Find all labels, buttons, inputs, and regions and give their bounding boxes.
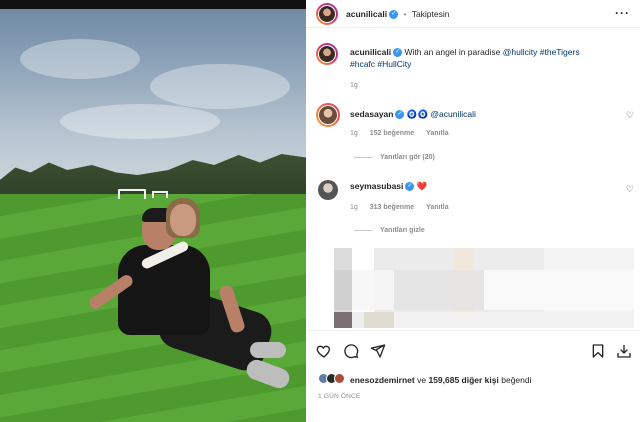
caption: acunilicali ✓ With an angel in paradise @… (350, 46, 630, 70)
comment-username[interactable]: sedasayan (350, 109, 393, 119)
sky (0, 9, 306, 179)
likes-suffix: beğendi (501, 375, 532, 385)
comment-row-2: seymasubasi ✓ ❤️ (350, 181, 427, 192)
caption-tags-2[interactable]: #hcafc #HullCity (350, 59, 411, 69)
comment-username[interactable]: seymasubasi (350, 181, 403, 191)
comment-likes[interactable]: 152 beğenme (370, 130, 414, 137)
comment-like-heart-icon[interactable]: ♡ (626, 184, 634, 195)
likes-summary: enesozdemirnet ve 159,685 diğer kişi beğ… (350, 375, 532, 385)
comment-time: 1g (350, 130, 358, 137)
send-icon[interactable] (370, 343, 386, 359)
comment-like-heart-icon[interactable]: ♡ (626, 110, 634, 121)
caption-username[interactable]: acunilicali (350, 47, 391, 57)
follow-status[interactable]: Takiptesin (412, 9, 450, 19)
comment-avatar-sedasayan[interactable] (316, 103, 340, 127)
post-photo[interactable] (0, 0, 306, 422)
comment-row-1: sedasayan ✓ 🧿🧿 @acunilicali (350, 109, 476, 120)
comment-mention[interactable]: @acunilicali (430, 109, 475, 119)
verified-badge-icon: ✓ (395, 110, 405, 120)
hide-replies-button[interactable]: Yanıtları gizle (354, 227, 425, 234)
more-horizontal-icon[interactable]: ··· (615, 6, 630, 20)
girl-head (170, 204, 196, 236)
comment-time: 1g (350, 204, 358, 211)
post-header: acunilicali ✓ • Takiptesin ··· (306, 0, 640, 28)
comment-emoji: ❤️ (416, 181, 428, 191)
post-sidebar: acunilicali ✓ • Takiptesin ··· acunilical… (306, 0, 640, 422)
pixelated-replies-3 (334, 312, 634, 328)
shoe-left (250, 342, 286, 358)
reply-button[interactable]: Yanıtla (426, 130, 449, 137)
post-timestamp[interactable]: 1 GÜN ÖNCE (318, 393, 360, 400)
caption-tags[interactable]: @hullcity #theTigers (503, 47, 580, 57)
likes-count[interactable]: 159,685 diğer kişi (428, 375, 498, 385)
verified-badge-icon: ✓ (389, 10, 399, 20)
bookmark-icon[interactable] (590, 343, 606, 359)
action-bar: enesozdemirnet ve 159,685 diğer kişi beğ… (306, 330, 640, 422)
football-goal (118, 189, 146, 199)
view-replies-button[interactable]: Yanıtları gör (20) (354, 154, 435, 161)
comment-likes[interactable]: 313 beğenme (370, 204, 414, 211)
photo-top-bar (0, 0, 306, 9)
separator-dot: • (403, 9, 407, 19)
comment-meta-1: 1g 152 beğenme Yanıtla (350, 130, 449, 137)
comment-meta-2: 1g 313 beğenme Yanıtla (350, 204, 449, 211)
comment-icon[interactable] (343, 343, 359, 359)
likes-connector: ve (417, 375, 427, 385)
verified-badge-icon: ✓ (393, 48, 403, 58)
comment-avatar-seymasubasi[interactable] (318, 180, 338, 200)
caption-avatar[interactable] (316, 43, 338, 65)
football-goal-small (152, 191, 168, 198)
header-username[interactable]: acunilicali (346, 9, 387, 19)
comment-emoji: 🧿🧿 (406, 109, 429, 119)
author-avatar[interactable] (316, 3, 338, 25)
caption-text: With an angel in paradise (404, 47, 501, 57)
verified-badge-icon: ✓ (405, 182, 415, 192)
liker-username[interactable]: enesozdemirnet (350, 375, 415, 385)
liker-avatar-3[interactable] (334, 373, 345, 384)
reply-button[interactable]: Yanıtla (426, 204, 449, 211)
heart-icon[interactable] (316, 343, 332, 359)
download-icon[interactable] (616, 343, 632, 359)
pixelated-replies-2 (334, 270, 634, 310)
caption-time: 1g (350, 82, 358, 89)
header-author-row: acunilicali ✓ • Takiptesin (346, 9, 450, 20)
